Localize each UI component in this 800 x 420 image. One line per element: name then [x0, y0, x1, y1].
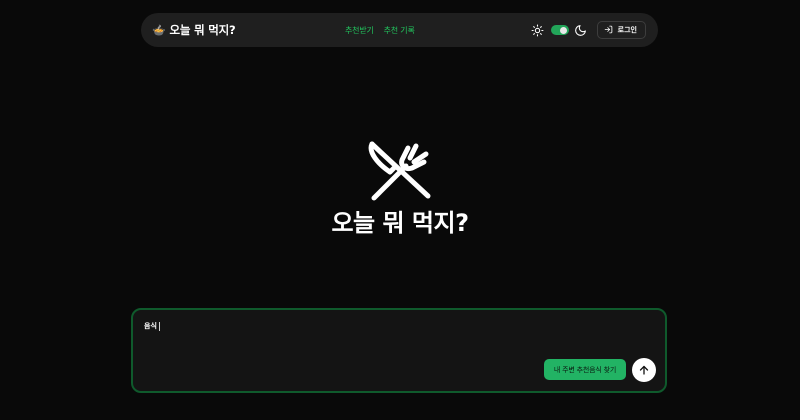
- nav-link-history[interactable]: 추천 기록: [384, 25, 415, 36]
- page: 🍲 오늘 뭐 먹지? 추천받기 추천 기록 로그인 오늘 뭐 먹지? 음식 내 …: [0, 0, 800, 420]
- brand[interactable]: 🍲 오늘 뭐 먹지?: [152, 22, 236, 38]
- send-button[interactable]: [632, 358, 656, 382]
- nav-right: 로그인: [531, 13, 646, 47]
- prompt-panel[interactable]: 음식 내 주변 추천음식 찾기: [131, 308, 667, 393]
- fork-knife-icon: [364, 138, 436, 204]
- nav-link-recommend[interactable]: 추천받기: [345, 25, 374, 36]
- sun-icon: [531, 23, 545, 37]
- moon-icon: [574, 23, 588, 37]
- login-button[interactable]: 로그인: [596, 21, 646, 39]
- arrow-up-icon: [638, 361, 650, 380]
- text-caret: [158, 321, 160, 331]
- login-icon: [604, 25, 613, 36]
- toggle-knob: [560, 26, 568, 34]
- bowl-icon: 🍲: [152, 23, 166, 37]
- prompt-input[interactable]: 음식: [144, 321, 160, 331]
- brand-title: 오늘 뭐 먹지?: [169, 23, 236, 37]
- theme-toggle[interactable]: [550, 25, 569, 35]
- nearby-recommend-button[interactable]: 내 주변 추천음식 찾기: [544, 359, 626, 380]
- top-navbar: 🍲 오늘 뭐 먹지? 추천받기 추천 기록 로그인: [141, 13, 658, 47]
- login-label: 로그인: [617, 26, 637, 34]
- hero-title: 오늘 뭐 먹지?: [331, 209, 469, 237]
- prompt-value: 음식: [144, 322, 157, 330]
- nav-links: 추천받기 추천 기록: [345, 13, 415, 47]
